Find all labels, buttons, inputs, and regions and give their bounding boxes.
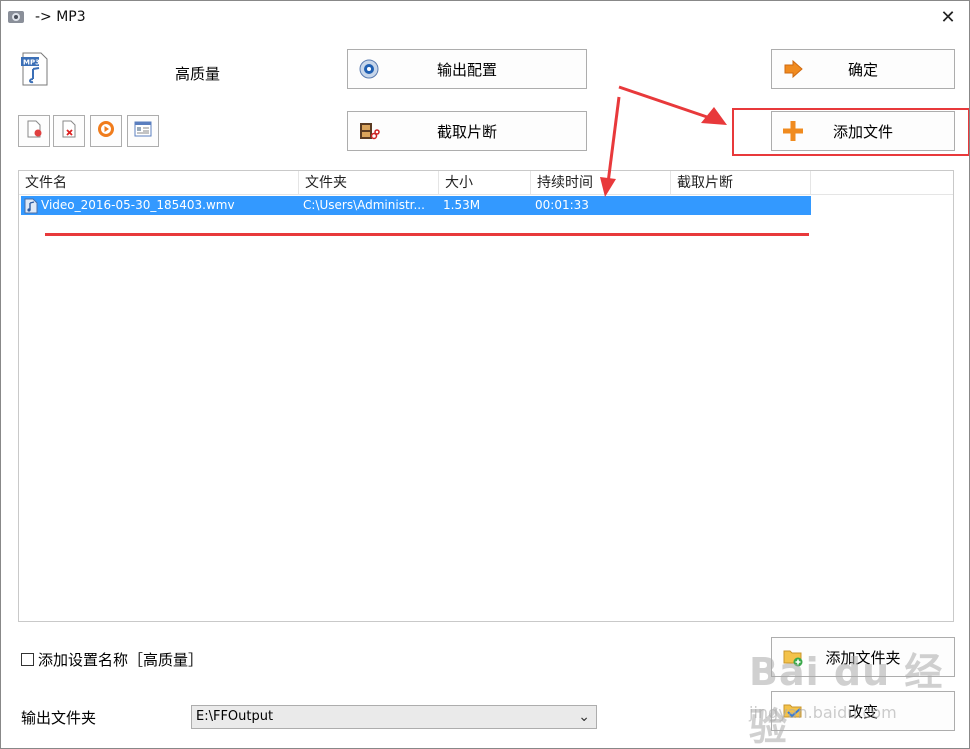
file-info-button[interactable] bbox=[127, 115, 159, 147]
chevron-down-icon[interactable]: ⌄ bbox=[578, 706, 590, 728]
cell-folder: C:\Users\Administr... bbox=[303, 198, 425, 212]
checkbox-box[interactable] bbox=[21, 653, 34, 666]
column-header-size[interactable]: 大小 bbox=[439, 171, 531, 195]
quality-label: 高质量 bbox=[175, 65, 221, 83]
close-button[interactable]: ✕ bbox=[935, 5, 961, 31]
play-icon bbox=[97, 120, 115, 142]
column-header-clip[interactable]: 截取片断 bbox=[671, 171, 811, 195]
table-row[interactable]: Video_2016-05-30_185403.wmv C:\Users\Adm… bbox=[21, 196, 811, 215]
annotation-underline bbox=[45, 233, 809, 236]
cell-filename: Video_2016-05-30_185403.wmv bbox=[41, 198, 235, 212]
window-title: -> MP3 bbox=[35, 9, 86, 25]
column-header-folder[interactable]: 文件夹 bbox=[299, 171, 439, 195]
output-folder-select[interactable]: E:\FFOutput ⌄ bbox=[191, 705, 597, 729]
clip-segment-label: 截取片断 bbox=[436, 122, 497, 141]
forward-arrow-icon bbox=[782, 58, 804, 80]
add-folder-icon bbox=[782, 646, 804, 668]
add-file-button[interactable]: 添加文件 bbox=[771, 111, 955, 151]
column-header-filename[interactable]: 文件名 bbox=[19, 171, 299, 195]
app-logo-icon bbox=[7, 9, 25, 25]
audio-file-icon bbox=[24, 198, 38, 214]
plus-icon bbox=[782, 120, 804, 142]
app-window: -> MP3 ✕ MP3 高质量 输出配置 截取片断 确定 添加文件 文件名 文… bbox=[0, 0, 970, 749]
svg-text:MP3: MP3 bbox=[23, 59, 40, 67]
ok-button[interactable]: 确定 bbox=[771, 49, 955, 89]
cell-duration: 00:01:33 bbox=[535, 198, 589, 212]
mp3-file-icon: MP3 bbox=[19, 51, 51, 87]
output-config-label: 输出配置 bbox=[436, 60, 497, 79]
clip-segment-button[interactable]: 截取片断 bbox=[347, 111, 587, 151]
remove-file-icon bbox=[25, 120, 43, 142]
output-folder-value: E:\FFOutput bbox=[196, 709, 274, 724]
file-list[interactable]: 文件名 文件夹 大小 持续时间 截取片断 Video_2016-05-30_18… bbox=[18, 170, 954, 622]
list-header: 文件名 文件夹 大小 持续时间 截取片断 bbox=[19, 171, 953, 195]
output-folder-label: 输出文件夹 bbox=[21, 709, 97, 727]
cell-size: 1.53M bbox=[443, 198, 481, 212]
play-button[interactable] bbox=[90, 115, 122, 147]
info-window-icon bbox=[134, 121, 152, 141]
cell-clip bbox=[669, 196, 809, 215]
add-folder-button[interactable]: 添加文件夹 bbox=[771, 637, 955, 677]
remove-item-button[interactable] bbox=[18, 115, 50, 147]
film-scissors-icon bbox=[358, 120, 380, 142]
clear-list-button[interactable] bbox=[53, 115, 85, 147]
column-header-duration[interactable]: 持续时间 bbox=[531, 171, 671, 195]
title-bar: -> MP3 ✕ bbox=[1, 1, 969, 35]
add-setting-name-checkbox[interactable]: 添加设置名称［高质量］ bbox=[21, 649, 203, 670]
change-button[interactable]: 改变 bbox=[771, 691, 955, 731]
delete-file-icon bbox=[60, 120, 78, 142]
annotation-arrowhead-right bbox=[701, 107, 727, 125]
add-setting-name-label: 添加设置名称［高质量］ bbox=[38, 651, 204, 669]
settings-gear-icon bbox=[358, 58, 380, 80]
annotation-arrow-right bbox=[618, 85, 714, 121]
folder-open-icon bbox=[782, 700, 804, 722]
output-config-button[interactable]: 输出配置 bbox=[347, 49, 587, 89]
